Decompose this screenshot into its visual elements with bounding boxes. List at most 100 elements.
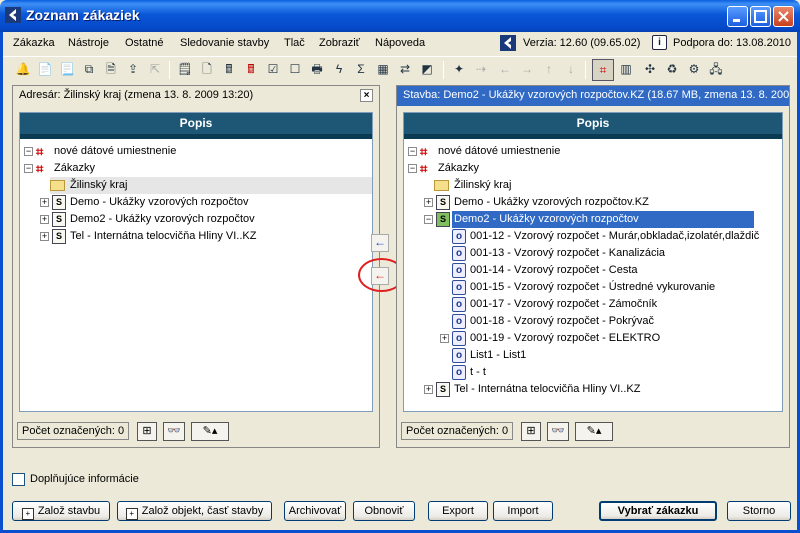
tree-node[interactable]: − ⌗ nové dátové umiestnenie: [404, 143, 782, 160]
expand-icon[interactable]: +: [40, 215, 49, 224]
tree-node-selected[interactable]: − S Demo2 - Ukážky vzorových rozpočtov: [404, 211, 754, 228]
menu-sledovanie-stavby[interactable]: Sledovanie stavby: [180, 37, 269, 49]
tree-node[interactable]: o 001-17 - Vzorový rozpočet - Zámočník: [404, 296, 782, 313]
tree-node[interactable]: − ⌗ nové dátové umiestnenie: [20, 143, 372, 160]
tree-node[interactable]: + S Demo2 - Ukážky vzorových rozpočtov: [20, 211, 372, 228]
printer-icon[interactable]: 🖶: [309, 61, 325, 77]
copy-icon[interactable]: ⧉: [81, 61, 97, 77]
budget-icon: o: [452, 348, 466, 363]
tree-filter-icon[interactable]: ⊞: [521, 422, 541, 441]
refresh-button[interactable]: Obnoviť: [353, 501, 415, 521]
expand-icon[interactable]: +: [40, 198, 49, 207]
sum-icon[interactable]: Σ: [353, 61, 369, 77]
binoculars-icon[interactable]: 👓: [163, 422, 185, 441]
right-column-header[interactable]: Popis: [404, 113, 782, 139]
menu-tlac[interactable]: Tlač: [284, 37, 305, 49]
checkbox-checked-icon[interactable]: ☑: [265, 61, 281, 77]
collapse-icon[interactable]: −: [24, 164, 33, 173]
network-location-icon: ⌗: [36, 161, 44, 176]
new-folder-icon[interactable]: ✦: [451, 61, 467, 77]
pen-dropdown-icon[interactable]: ✎▴: [575, 422, 613, 441]
arrow-right-icon[interactable]: →: [519, 61, 535, 77]
arrow-down-icon[interactable]: ↓: [563, 61, 579, 77]
collapse-icon[interactable]: −: [408, 147, 417, 156]
menu-zobrazit[interactable]: Zobraziť: [319, 37, 360, 49]
tools-icon[interactable]: ✣: [642, 61, 658, 77]
tree-node[interactable]: Žilinský kraj: [50, 177, 372, 194]
open-document-icon[interactable]: 📃: [59, 61, 75, 77]
tree-node[interactable]: + S Tel - Internátna telocvičňa Hliny VI…: [20, 228, 372, 245]
expand-icon[interactable]: +: [424, 385, 433, 394]
tree-node[interactable]: o 001-14 - Vzorový rozpočet - Cesta: [404, 262, 782, 279]
transfer-icon[interactable]: ⇄: [397, 61, 413, 77]
arrow-left-icon[interactable]: ←: [497, 61, 513, 77]
binoculars-icon[interactable]: 👓: [547, 422, 569, 441]
calculator-icon[interactable]: 🖩: [221, 61, 237, 77]
tree-node[interactable]: + S Demo - Ukážky vzorových rozpočtov: [20, 194, 372, 211]
building-icon: S: [52, 229, 66, 244]
delete-document-icon[interactable]: 🗎: [103, 61, 119, 77]
pen-dropdown-icon[interactable]: ✎▴: [191, 422, 229, 441]
expand-icon[interactable]: +: [40, 232, 49, 241]
menu-zakazka[interactable]: Zákazka: [13, 37, 55, 49]
menu-ostatne[interactable]: Ostatné: [125, 37, 164, 49]
cancel-button[interactable]: Storno: [727, 501, 791, 521]
move-icon[interactable]: ⇢: [473, 61, 489, 77]
collapse-icon[interactable]: −: [424, 215, 433, 224]
minimize-button[interactable]: [727, 6, 748, 27]
split-view-icon[interactable]: ▥: [618, 61, 634, 77]
tree-node[interactable]: o 001-12 - Vzorový rozpočet - Murár,obkl…: [404, 228, 782, 245]
toolbar: 🔔 📄 📃 ⧉ 🗎 ⇪ ⇱ 🗒 🗋 🖩 🖩 ☑ ☐ 🖶 ϟ Σ ▦ ⇄ ◩ ✦ …: [3, 56, 797, 82]
left-tree-view[interactable]: Popis − ⌗ nové dátové umiestnenie − ⌗ Zá…: [19, 112, 373, 412]
expand-icon[interactable]: +: [424, 198, 433, 207]
additional-info-checkbox[interactable]: [12, 473, 25, 486]
collapse-icon[interactable]: −: [24, 147, 33, 156]
export-document-icon[interactable]: ⇪: [125, 61, 141, 77]
tree-node[interactable]: o t - t: [404, 364, 782, 381]
folder-icon: [50, 180, 65, 191]
expand-icon[interactable]: +: [440, 334, 449, 343]
gear-icon[interactable]: ⚙: [686, 61, 702, 77]
page-icon[interactable]: 🗋: [199, 61, 215, 77]
tree-filter-icon[interactable]: ⊞: [137, 422, 157, 441]
create-building-button[interactable]: + Založ stavbu: [12, 501, 110, 521]
checkbox-empty-icon[interactable]: ☐: [287, 61, 303, 77]
info-icon[interactable]: i: [652, 35, 667, 50]
tree-node[interactable]: o List1 - List1: [404, 347, 782, 364]
arrow-up-icon[interactable]: ↑: [541, 61, 557, 77]
collapse-icon[interactable]: −: [408, 164, 417, 173]
note-icon[interactable]: 🗒: [177, 61, 193, 77]
tree-node[interactable]: o 001-18 - Vzorový rozpočet - Pokrývač: [404, 313, 782, 330]
tree-node[interactable]: − ⌗ Zákazky: [404, 160, 782, 177]
lightning-icon[interactable]: ϟ: [331, 61, 347, 77]
tree-node[interactable]: o 001-15 - Vzorový rozpočet - Ústredné v…: [404, 279, 782, 296]
tree-node[interactable]: + o 001-19 - Vzorový rozpočet - ELEKTRO: [404, 330, 782, 347]
network-view-icon[interactable]: ⌗: [592, 59, 614, 81]
left-panel-close-button[interactable]: ×: [360, 89, 373, 102]
network-icon[interactable]: 🖧: [708, 61, 724, 77]
tree-node[interactable]: Žilinský kraj: [434, 177, 634, 194]
create-object-button[interactable]: + Založ objekt, časť stavby: [117, 501, 272, 521]
close-button[interactable]: [773, 6, 794, 27]
maximize-button[interactable]: [750, 6, 771, 27]
tree-node[interactable]: o 001-13 - Vzorový rozpočet - Kanalizáci…: [404, 245, 782, 262]
table-icon[interactable]: ▦: [375, 61, 391, 77]
recycle-icon[interactable]: ♻: [664, 61, 680, 77]
disabled-action-icon[interactable]: ⇱: [147, 61, 163, 77]
tree-node[interactable]: + S Demo - Ukážky vzorových rozpočtov.KZ: [404, 194, 782, 211]
select-order-button[interactable]: Vybrať zákazku: [599, 501, 717, 521]
left-column-header[interactable]: Popis: [20, 113, 372, 139]
calculator-red-icon[interactable]: 🖩: [243, 61, 259, 77]
menu-nastroje[interactable]: Nástroje: [68, 37, 109, 49]
new-document-icon[interactable]: 📄: [37, 61, 53, 77]
tree-node[interactable]: − ⌗ Zákazky: [20, 160, 372, 177]
transfer-left-button[interactable]: ←: [371, 234, 389, 252]
chart-icon[interactable]: ◩: [419, 61, 435, 77]
import-button[interactable]: Import: [493, 501, 553, 521]
tree-node[interactable]: + S Tel - Internátna telocvičňa Hliny VI…: [404, 381, 782, 398]
export-button[interactable]: Export: [428, 501, 488, 521]
bell-icon[interactable]: 🔔: [15, 61, 31, 77]
menu-napoveda[interactable]: Nápoveda: [375, 37, 425, 49]
archive-button[interactable]: Archivovať: [284, 501, 346, 521]
right-tree-view[interactable]: Popis − ⌗ nové dátové umiestnenie − ⌗ Zá…: [403, 112, 783, 412]
